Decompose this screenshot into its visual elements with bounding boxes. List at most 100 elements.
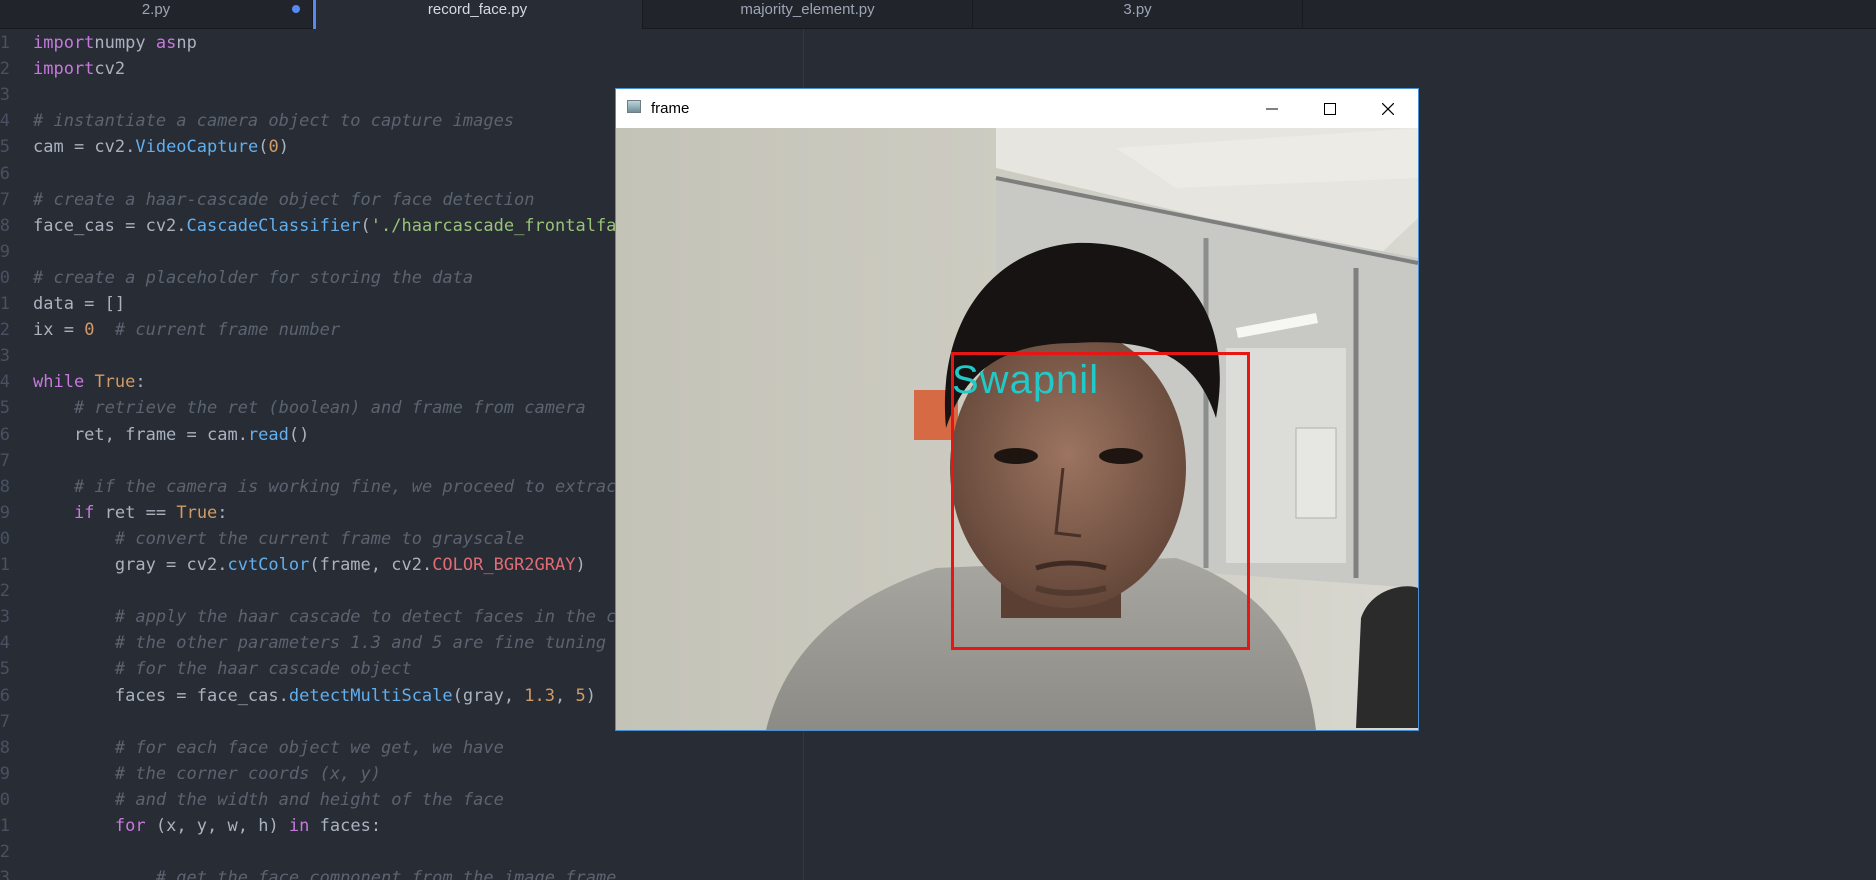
code-token: # for each face object we get, we have — [114, 737, 504, 758]
line-number: 3 — [0, 868, 10, 880]
code-text: # get the face component from the image … — [33, 865, 617, 880]
code-token: ix = — [33, 320, 85, 341]
code-line[interactable]: 3 # get the face component from the imag… — [0, 865, 803, 880]
code-line[interactable]: 0 # and the width and height of the face — [0, 787, 803, 813]
code-token: ( — [258, 137, 269, 158]
code-line[interactable]: 1 importnumpy asnp — [0, 30, 803, 56]
code-token: ) — [585, 685, 596, 706]
code-token: gray = cv2. — [33, 555, 228, 575]
code-token: CascadeClassifier — [186, 215, 361, 236]
code-token: , — [555, 685, 576, 706]
code-text: # the other parameters 1.3 and 5 are fin… — [33, 630, 657, 656]
code-token: () — [288, 424, 310, 445]
line-number: 9 — [0, 763, 10, 784]
code-text: while True: — [33, 369, 146, 395]
code-text: # apply the haar cascade to detect faces… — [33, 604, 657, 630]
code-text: importcv2 — [33, 56, 125, 82]
code-text: for (x, y, w, h) in faces: — [33, 813, 381, 839]
line-number: 5 — [0, 398, 10, 419]
code-token: # instantiate a camera object to capture… — [33, 111, 515, 132]
code-line[interactable]: 2 — [0, 839, 803, 865]
tab-3[interactable]: 3.py — [973, 0, 1303, 28]
face-detection-box — [951, 352, 1250, 650]
code-token: numpy — [94, 33, 156, 53]
code-token: # create a placeholder for storing the d… — [33, 267, 474, 288]
line-number: 0 — [0, 789, 10, 810]
code-text: # the corner coords (x, y) — [33, 761, 381, 787]
code-token: # retrieve the ret (boolean) and frame f… — [73, 398, 586, 419]
code-text: if ret == True: — [33, 500, 228, 526]
code-token: True — [94, 372, 136, 393]
frame-window[interactable]: frame Swapnil — [615, 88, 1419, 731]
code-token: read — [247, 424, 289, 445]
tab-0[interactable]: 2.py — [0, 0, 313, 28]
line-number: 3 — [0, 346, 10, 367]
code-text: faces = face_cas.detectMultiScale(gray, … — [33, 683, 596, 709]
line-number: 2 — [0, 842, 10, 863]
minimize-button[interactable] — [1243, 89, 1301, 128]
tab-2[interactable]: majority_element.py — [643, 0, 973, 28]
line-number: 6 — [0, 163, 10, 184]
code-text: ret, frame = cam.read() — [33, 422, 309, 448]
line-number: 1 — [0, 555, 10, 575]
tab-label: majority_element.py — [740, 1, 875, 18]
code-token: 0 — [84, 320, 95, 341]
code-token: for — [114, 816, 146, 836]
code-token: : — [135, 372, 146, 393]
code-token: # convert the current frame to grayscale — [114, 528, 525, 549]
line-number: 5 — [0, 659, 10, 680]
tab-label: 3.py — [1123, 1, 1152, 18]
maximize-button[interactable] — [1301, 89, 1359, 128]
code-line[interactable]: 1 for (x, y, w, h) in faces: — [0, 813, 803, 839]
line-number: 8 — [0, 737, 10, 758]
line-number: 2 — [0, 59, 10, 80]
code-token: : — [217, 502, 228, 523]
line-number: 0 — [0, 528, 10, 549]
tab-1[interactable]: record_face.py — [313, 0, 643, 29]
line-number: 1 — [0, 816, 10, 836]
code-token: 5 — [575, 685, 586, 706]
code-token: ( — [360, 215, 371, 236]
code-text: cam = cv2.VideoCapture(0) — [33, 134, 289, 160]
code-line[interactable]: 9 # the corner coords (x, y) — [0, 761, 803, 787]
code-token: cam = cv2. — [33, 137, 136, 158]
code-token: ) — [575, 555, 586, 575]
line-number: 4 — [0, 372, 10, 393]
code-token: detectMultiScale — [288, 685, 453, 706]
line-number: 2 — [0, 581, 10, 602]
code-line[interactable]: 2 importcv2 — [0, 56, 803, 82]
code-token: 0 — [268, 137, 279, 158]
code-text: # create a placeholder for storing the d… — [33, 265, 473, 291]
line-number: 3 — [0, 85, 10, 106]
camera-feed: Swapnil — [616, 128, 1418, 730]
code-line[interactable]: 8 # for each face object we get, we have — [0, 735, 803, 761]
code-token: ret == — [104, 502, 177, 523]
code-token: (x, y, w, h) — [155, 816, 289, 836]
code-token: VideoCapture — [135, 137, 259, 158]
code-token: if — [73, 502, 95, 523]
code-token: cv2 — [94, 59, 126, 80]
window-titlebar[interactable]: frame — [616, 89, 1418, 128]
code-token: # the other parameters 1.3 and 5 are fin… — [114, 633, 658, 654]
code-text: # retrieve the ret (boolean) and frame f… — [33, 395, 586, 421]
code-text: data = [] — [33, 291, 125, 317]
code-text: gray = cv2.cvtColor(frame, cv2.COLOR_BGR… — [33, 552, 586, 578]
line-number: 3 — [0, 607, 10, 628]
code-token: # and the width and height of the face — [114, 789, 504, 810]
line-number: 6 — [0, 685, 10, 706]
code-token: ret, frame = cam. — [33, 424, 248, 445]
line-number: 5 — [0, 137, 10, 158]
line-number: 7 — [0, 711, 10, 732]
close-button[interactable] — [1359, 89, 1417, 128]
code-token: True — [176, 502, 218, 523]
code-token: 1.3 — [524, 685, 556, 706]
